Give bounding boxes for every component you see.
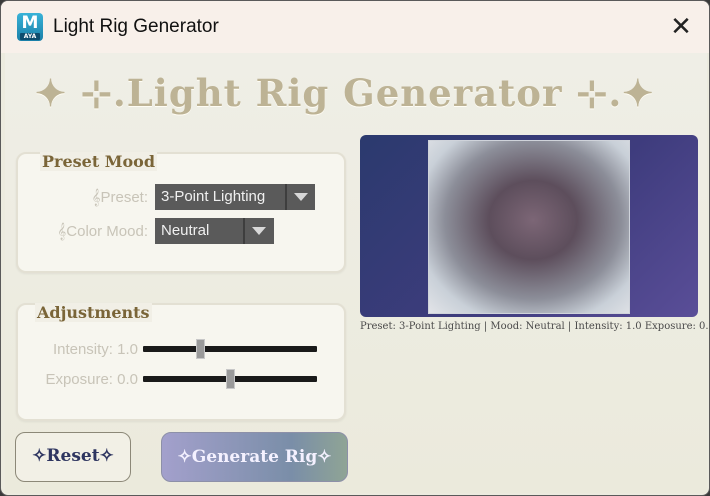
main-content: ✦ ⊹.Light Rig Generator ⊹.✦ Preset Mood … [5,53,710,493]
reset-button[interactable]: ✧Reset✧ [15,432,131,482]
preset-mood-title: Preset Mood [40,152,158,171]
intensity-slider-track[interactable] [143,346,317,352]
color-mood-value: Neutral [161,222,210,239]
adjustments-title: Adjustments [35,303,152,322]
generate-rig-button[interactable]: ✧Generate Rig✧ [161,432,348,482]
preset-value: 3-Point Lighting [161,188,266,205]
preset-label: 𝄞Preset: [91,189,148,206]
chevron-down-icon[interactable] [252,227,266,235]
dropdown-separator [285,184,287,210]
window-title: Light Rig Generator [53,16,219,37]
preview-caption: Preset: 3-Point Lighting | Mood: Neutral… [360,321,710,332]
app-icon-sub: AYA [20,33,40,40]
color-mood-label: 𝄞Color Mood: [57,223,148,240]
intensity-label: Intensity: 1.0 [52,341,138,358]
exposure-slider-thumb[interactable] [225,369,235,389]
banner-title: ✦ ⊹.Light Rig Generator ⊹.✦ [35,71,655,115]
exposure-label: Exposure: 0.0 [45,371,138,388]
preset-dropdown[interactable]: 3-Point Lighting [155,184,315,210]
chevron-down-icon[interactable] [294,193,308,201]
app-icon-letter: M [21,13,39,33]
close-icon[interactable]: ✕ [665,13,697,43]
preview-image [428,140,630,314]
preview-frame [360,135,698,317]
preset-mood-panel: Preset Mood 𝄞Preset: 3-Point Lighting 𝄞C… [16,152,346,273]
light-rig-window: M AYA Light Rig Generator ✕ ✦ ⊹.Light Ri… [0,0,710,496]
title-bar[interactable]: M AYA Light Rig Generator ✕ [1,1,709,53]
maya-app-icon: M AYA [17,13,43,41]
dropdown-separator [243,218,245,244]
intensity-slider-thumb[interactable] [195,339,205,359]
adjustments-panel: Adjustments Intensity: 1.0 Exposure: 0.0 [16,303,346,421]
color-mood-dropdown[interactable]: Neutral [155,218,274,244]
